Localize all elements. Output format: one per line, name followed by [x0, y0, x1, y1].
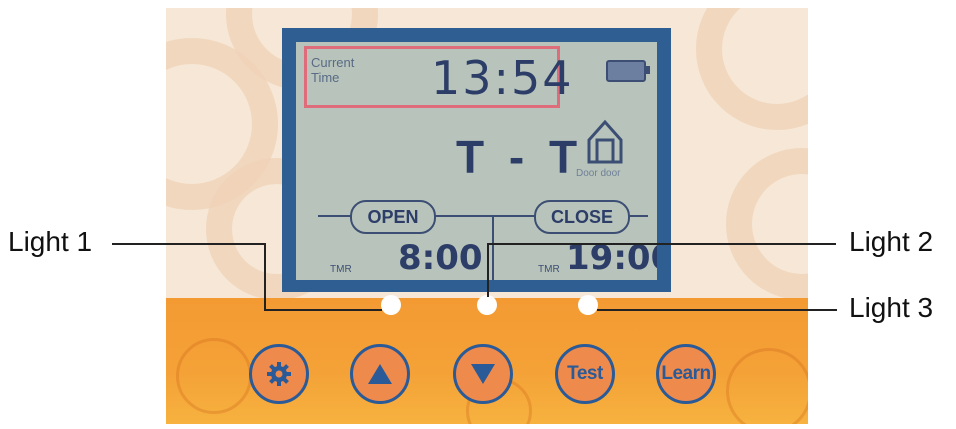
current-time-value: 13:54 — [431, 51, 574, 105]
divider-vertical — [492, 215, 494, 280]
light-3-indicator — [578, 295, 598, 315]
gear-icon — [267, 362, 291, 386]
test-button[interactable]: Test — [555, 344, 615, 404]
light-3-label: Light 3 — [849, 292, 934, 323]
up-button[interactable] — [350, 344, 410, 404]
light-2-label: Light 2 — [849, 226, 934, 257]
lcd-frame: Current Time 13:54 T - T Door door OPEN … — [282, 28, 671, 292]
light-2-callout-line — [489, 243, 836, 245]
door-label: Door door — [576, 168, 621, 179]
settings-button[interactable] — [249, 344, 309, 404]
open-timer-label: TMR — [330, 264, 352, 275]
current-time-box: Current Time 13:54 — [304, 46, 572, 108]
decorative-ring — [726, 148, 808, 298]
light-1-callout-line — [264, 309, 382, 311]
triangle-down-icon — [471, 364, 495, 384]
down-button[interactable] — [453, 344, 513, 404]
light-1-callout-line — [264, 243, 266, 311]
light-1-indicator — [381, 295, 401, 315]
triangle-up-icon — [368, 364, 392, 384]
decorative-ring — [696, 8, 808, 130]
open-time-value: 8:00 — [398, 238, 483, 278]
learn-button-label: Learn — [661, 363, 711, 384]
test-button-label: Test — [567, 363, 603, 384]
light-2-callout-line — [487, 243, 489, 297]
decorative-swirl — [176, 338, 252, 414]
open-label: OPEN — [350, 200, 436, 234]
close-timer-label: TMR — [538, 264, 560, 275]
mode-indicator: T - T — [456, 131, 584, 183]
light-2-indicator — [477, 295, 497, 315]
close-label: CLOSE — [534, 200, 630, 234]
light-3-callout-line — [597, 309, 837, 311]
battery-icon — [606, 60, 650, 82]
learn-button[interactable]: Learn — [656, 344, 716, 404]
current-time-label: Current Time — [311, 55, 355, 85]
door-house-icon — [587, 119, 623, 164]
decorative-swirl — [726, 348, 808, 424]
light-1-label: Light 1 — [8, 226, 93, 257]
light-1-callout-line — [112, 243, 266, 245]
